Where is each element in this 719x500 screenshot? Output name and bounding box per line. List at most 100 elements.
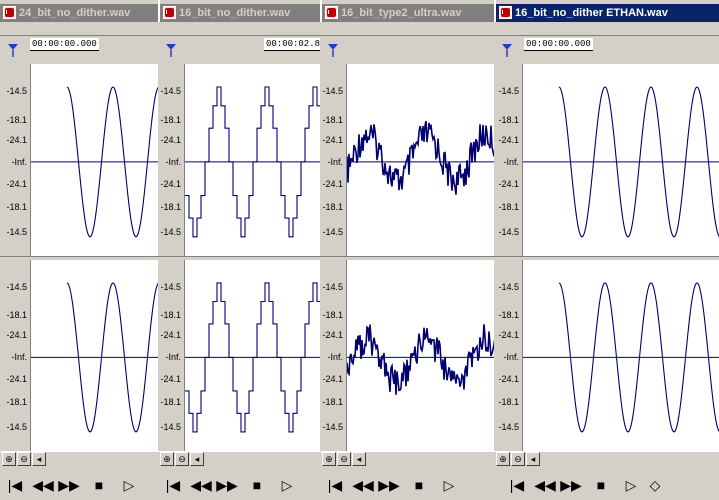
marker-icon[interactable] (6, 42, 20, 58)
zoom-in-icon[interactable]: ⊕ (2, 452, 16, 466)
play-icon[interactable]: ▷ (620, 472, 642, 498)
channel-right: -14.5 -18.1 -24.1 -Inf. -24.1 -18.1 -14.5 (320, 260, 494, 451)
record-icon[interactable]: |◀ (324, 472, 346, 498)
waveform-plot[interactable] (522, 260, 719, 451)
zoom-out-icon[interactable]: ⊖ (337, 452, 351, 466)
db-label: -14.5 (6, 227, 27, 237)
scroll-left-icon[interactable]: ◂ (32, 452, 46, 466)
channel-right: -14.5 -18.1 -24.1 -Inf. -24.1 -18.1 -14.5 (494, 260, 719, 451)
db-label: -Inf. (165, 157, 181, 167)
scroll-left-icon[interactable]: ◂ (352, 452, 366, 466)
time-display: 00:00:02.890 (264, 38, 320, 51)
db-label: -24.1 (6, 330, 27, 340)
db-label: -24.1 (160, 330, 181, 340)
db-label: -24.1 (498, 135, 519, 145)
zoom-in-icon[interactable]: ⊕ (496, 452, 510, 466)
overview-strip[interactable] (158, 22, 320, 36)
waveform-plot[interactable] (184, 64, 320, 256)
db-label: -24.1 (322, 135, 343, 145)
channel-left: -14.5 -18.1 -24.1 -Inf. -24.1 -18.1 -14.5 (494, 64, 719, 256)
stop-icon[interactable]: ■ (408, 472, 430, 498)
db-label: -18.1 (6, 397, 27, 407)
db-label: -18.1 (160, 397, 181, 407)
db-label: -18.1 (322, 115, 343, 125)
zoom-bar: ⊕ ⊖ ◂ (322, 452, 494, 468)
db-label: -24.1 (498, 374, 519, 384)
time-ruler[interactable]: 00:00:02.890 (158, 36, 320, 64)
wav-window-2[interactable]: 16_bit_no_dither.wav 00:00:02.890 -14.5-… (158, 0, 320, 500)
overview-strip[interactable] (320, 22, 494, 36)
forward-icon[interactable]: ▶▶ (560, 472, 582, 498)
window-title-bar[interactable]: 16_bit_type2_ultra.wav (322, 4, 494, 22)
channel-left: -14.5 -18.1 -24.1 -Inf. -24.1 -18.1 -14.5 (158, 64, 320, 256)
marker-icon[interactable] (326, 42, 340, 58)
marker-icon[interactable] (164, 42, 178, 58)
db-label: -14.5 (498, 282, 519, 292)
db-label: -24.1 (6, 374, 27, 384)
scroll-left-icon[interactable]: ◂ (190, 452, 204, 466)
overview-strip[interactable] (0, 22, 158, 36)
forward-icon[interactable]: ▶▶ (58, 472, 80, 498)
record-icon[interactable]: |◀ (4, 472, 26, 498)
db-label: -18.1 (322, 397, 343, 407)
db-label: -14.5 (6, 86, 27, 96)
window-title-bar[interactable]: 16_bit_no_dither.wav (160, 4, 320, 22)
record-icon[interactable]: |◀ (506, 472, 528, 498)
rewind-icon[interactable]: ◀◀ (190, 472, 212, 498)
rewind-icon[interactable]: ◀◀ (534, 472, 556, 498)
zoom-out-icon[interactable]: ⊖ (175, 452, 189, 466)
db-label: -24.1 (498, 330, 519, 340)
time-ruler[interactable]: 00:00:00.000 (0, 36, 158, 64)
marker-icon[interactable] (500, 42, 514, 58)
window-title-bar[interactable]: 16_bit_no_dither ETHAN.wav (496, 4, 719, 22)
zoom-out-icon[interactable]: ⊖ (17, 452, 31, 466)
waveform-plot[interactable] (30, 64, 158, 256)
channel-right: -14.5 -18.1 -24.1 -Inf. -24.1 -18.1 -14.5 (0, 260, 158, 451)
wav-window-1[interactable]: 24_bit_no_dither.wav 00:00:00.000 -14.5 -… (0, 0, 158, 500)
loop-icon[interactable]: ◇ (644, 472, 666, 498)
rewind-icon[interactable]: ◀◀ (352, 472, 374, 498)
time-ruler[interactable] (320, 36, 494, 64)
db-label: -14.5 (6, 282, 27, 292)
waveform-plot[interactable] (346, 260, 494, 451)
transport-bar: |◀ ◀◀ ▶▶ ■ ▷ (158, 472, 320, 500)
forward-icon[interactable]: ▶▶ (378, 472, 400, 498)
time-display: 00:00:00.000 (30, 38, 99, 51)
record-icon[interactable]: |◀ (162, 472, 184, 498)
overview-strip[interactable] (494, 22, 719, 36)
waveform-plot[interactable] (522, 64, 719, 256)
zoom-in-icon[interactable]: ⊕ (322, 452, 336, 466)
play-icon[interactable]: ▷ (438, 472, 460, 498)
wav-window-4[interactable]: 16_bit_no_dither ETHAN.wav 00:00:00.000 … (494, 0, 719, 500)
db-label: -24.1 (160, 179, 181, 189)
stop-icon[interactable]: ■ (88, 472, 110, 498)
zoom-out-icon[interactable]: ⊖ (511, 452, 525, 466)
window-title-bar[interactable]: 24_bit_no_dither.wav (0, 4, 158, 22)
time-ruler[interactable]: 00:00:00.000 (494, 36, 719, 64)
waveform-plot[interactable] (184, 260, 320, 451)
waveform-svg (31, 282, 158, 433)
db-label: -14.5 (6, 422, 27, 432)
db-label: -18.1 (498, 115, 519, 125)
rewind-icon[interactable]: ◀◀ (32, 472, 54, 498)
zoom-in-icon[interactable]: ⊕ (160, 452, 174, 466)
scroll-left-icon[interactable]: ◂ (526, 452, 540, 466)
waveform-plot[interactable] (346, 64, 494, 256)
db-label: -18.1 (160, 310, 181, 320)
waveform-plot[interactable] (30, 260, 158, 451)
db-label: -24.1 (322, 179, 343, 189)
db-label: -18.1 (498, 310, 519, 320)
channel-left: -14.5 -18.1 -24.1 -Inf. -24.1 -18.1 -14.5 (0, 64, 158, 256)
window-title: 16_bit_no_dither ETHAN.wav (515, 7, 668, 19)
play-icon[interactable]: ▷ (276, 472, 298, 498)
forward-icon[interactable]: ▶▶ (216, 472, 238, 498)
stop-icon[interactable]: ■ (246, 472, 268, 498)
play-icon[interactable]: ▷ (118, 472, 140, 498)
db-label: -18.1 (160, 202, 181, 212)
db-label: -18.1 (6, 202, 27, 212)
waveform-svg (347, 120, 494, 195)
wav-window-3[interactable]: 16_bit_type2_ultra.wav -14.5 -18.1 -24.1 -I… (320, 0, 494, 500)
stop-icon[interactable]: ■ (590, 472, 612, 498)
db-label: -Inf. (11, 352, 27, 362)
waveform-svg (347, 324, 494, 395)
